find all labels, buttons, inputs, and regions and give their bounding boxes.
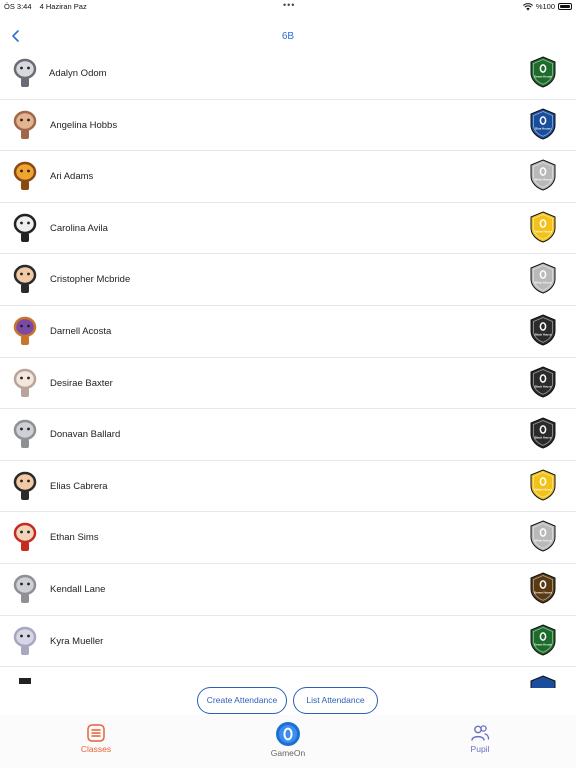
tab-classes[interactable]: Classes [72,723,120,754]
bear-avatar-icon [13,110,37,139]
page-title: 6B [281,31,295,42]
pupil-name: Donavan Ballard [50,429,121,441]
pupil-name: Cristopher Mcbride [50,274,131,286]
car-avatar-icon [13,213,37,242]
pupil-row[interactable]: Adalyn Odom Green House [0,48,576,100]
soldier-avatar-icon [13,471,37,500]
pupil-row[interactable]: Desirae Baxter Black House [0,357,576,410]
pupil-icon [471,725,490,741]
pupil-row-partial[interactable] [0,667,576,688]
list-attendance-button[interactable]: List Attendance [293,687,378,714]
pupil-row[interactable]: Kyra Mueller Green House [0,615,576,668]
attendance-actions: Create Attendance List Attendance [0,687,576,715]
cat-avatar-icon [13,419,37,449]
tab-pupil-label: Pupil [470,744,490,754]
pupil-name: Kendall Lane [50,583,106,595]
house-shield-icon: Black House [530,366,556,398]
tab-pupil[interactable]: Pupil [456,723,504,754]
house-shield-icon: Black House [530,417,556,449]
pupil-row[interactable]: Elias Cabrera Yellow House [0,460,576,513]
house-shield-icon: White House [530,159,556,191]
pupil-row[interactable]: Darnell Acosta Black House [0,305,576,358]
raccoon-avatar-icon [13,58,37,87]
fox-basketball-avatar-icon [13,316,37,345]
wifi-icon [522,2,533,10]
multitasking-dots-icon[interactable]: ••• [283,1,295,10]
devil-avatar-icon [13,523,37,552]
status-date: 4 Haziran Paz [39,2,87,11]
pupil-row[interactable]: Carolina Avila Yellow House [0,202,576,255]
house-shield-icon: Black House [530,314,556,346]
pupil-name: Kyra Mueller [50,635,104,647]
tab-gameon-label: GameOn [270,748,306,758]
house-shield-icon: Green House [530,623,556,656]
pupil-name: Adalyn Odom [49,68,107,79]
pupil-name: Elias Cabrera [50,480,108,492]
tab-bar: Classes GameOn Pupil [0,715,576,768]
pupil-row[interactable]: Donavan Ballard Black House [0,409,576,461]
house-label: Yellow House [534,229,552,233]
pupil-row[interactable]: Kendall Lane Brown House [0,563,576,616]
pupil-name: Carolina Avila [50,222,108,234]
house-label: Green House [534,75,552,79]
pupil-name: Ethan Sims [50,532,99,544]
tab-gameon[interactable]: GameOn [260,721,316,758]
bunny-avatar-icon [13,368,37,397]
gameon-logo-icon [276,722,300,746]
pupil-row[interactable]: Ethan Sims White House [0,512,576,564]
battery-icon [558,3,572,10]
house-label: Brown House [534,590,552,594]
classes-icon [87,724,105,742]
house-label: White House [535,539,552,543]
pupil-name: Darnell Acosta [50,325,112,337]
status-time: ÖS 3:44 [4,2,32,11]
house-label: Blue House [535,126,551,130]
house-label: White House [535,281,552,285]
house-shield-icon: Brown House [530,572,556,604]
house-label: Green House [534,642,552,646]
soldier-avatar-icon [13,265,37,294]
cat-avatar-icon [13,574,37,603]
house-label: White House [535,178,552,182]
pupil-list[interactable]: Adalyn Odom Green House Angelina Hobbs Blue… [0,48,576,688]
house-shield-icon: Green House [530,56,556,88]
pupil-name: Angelina Hobbs [50,119,118,131]
pupil-name: Desirae Baxter [50,377,113,389]
battery-percent: %100 [535,2,555,11]
nav-bar: 6B [0,22,576,50]
pupil-name: Ari Adams [50,171,94,183]
house-shield-icon: White House [530,520,556,552]
elephant-avatar-icon [13,626,37,655]
house-shield-icon: Yellow House [530,211,556,243]
lion-avatar-icon [13,161,37,191]
pupil-row[interactable]: Ari Adams White House [0,151,576,203]
house-shield-icon: Yellow House [530,469,556,501]
create-attendance-button[interactable]: Create Attendance [197,687,287,714]
house-shield-icon: Blue House [530,108,556,140]
status-right: %100 [522,2,572,11]
house-label: Black House [535,384,552,388]
pupil-row[interactable]: Angelina Hobbs Blue House [0,99,576,152]
house-shield-icon: White House [530,262,556,294]
status-bar: ÖS 3:44 4 Haziran Paz ••• %100 [0,0,576,14]
house-label: Black House [535,436,552,440]
house-label: Yellow House [534,487,552,491]
pupil-row[interactable]: Cristopher Mcbride White House [0,254,576,306]
status-left: ÖS 3:44 4 Haziran Paz [4,2,87,11]
tab-classes-label: Classes [80,744,112,754]
house-label: Black House [535,332,552,336]
